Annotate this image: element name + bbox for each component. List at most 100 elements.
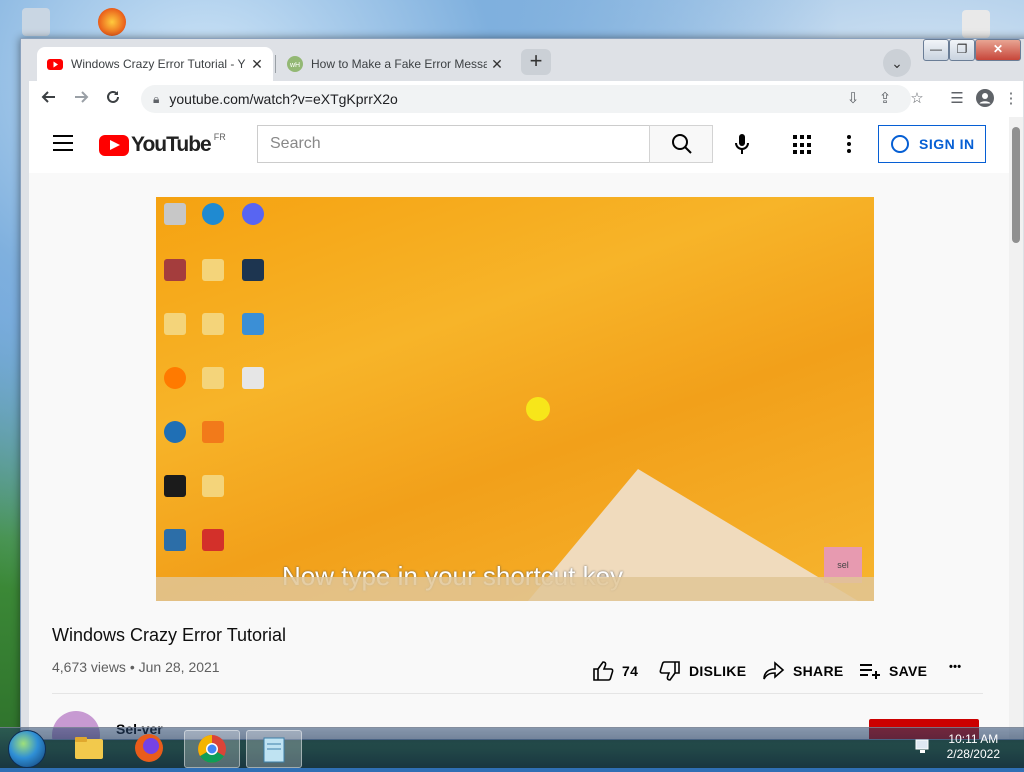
windows-taskbar: 10:11 AM 2/28/2022 — [0, 727, 1024, 768]
wikihow-favicon-icon: wH — [287, 56, 303, 72]
video-player[interactable]: Now type in your shortcut key sel — [156, 197, 874, 601]
video-desktop-icon — [164, 475, 186, 497]
dislike-label: DISLIKE — [689, 663, 747, 679]
clock-date: 2/28/2022 — [946, 747, 1000, 761]
install-app-icon[interactable]: ⇩ — [843, 89, 863, 109]
video-desktop-icon — [202, 529, 224, 551]
upload-date: Jun 28, 2021 — [138, 659, 220, 675]
browser-window: Windows Crazy Error Tutorial - Y ✕ wH Ho… — [20, 38, 1024, 740]
country-code: FR — [213, 132, 226, 142]
video-desktop-icon — [202, 475, 224, 497]
video-title: Windows Crazy Error Tutorial — [52, 625, 287, 645]
page-scrollbar[interactable] — [1009, 117, 1023, 739]
video-desktop-icon — [242, 313, 264, 335]
arrow-left-icon — [41, 91, 55, 103]
video-desktop-icon — [202, 367, 224, 389]
taskbar-firefox[interactable] — [122, 730, 176, 766]
like-button[interactable]: 74 — [592, 661, 638, 681]
more-actions-button[interactable]: ••• — [949, 661, 961, 673]
share-label: SHARE — [793, 663, 844, 679]
address-url: youtube.com/watch?v=eXTgKprrX2o — [169, 91, 398, 107]
apps-grid-icon[interactable] — [793, 135, 813, 155]
taskbar-chrome[interactable] — [184, 730, 240, 768]
arrow-right-icon — [75, 91, 89, 103]
reading-list-icon[interactable]: ☰ — [947, 89, 967, 109]
share-button[interactable]: SHARE — [763, 661, 844, 681]
svg-text:wH: wH — [289, 62, 300, 69]
video-desktop-icon — [242, 367, 264, 389]
browser-toolbar: 🔒︎ youtube.com/watch?v=eXTgKprrX2o ⇩ ⇪ ☆… — [29, 81, 1023, 117]
new-tab-button[interactable]: + — [521, 49, 551, 75]
folder-icon — [75, 737, 103, 759]
video-desktop-icon — [164, 259, 186, 281]
taskbar-explorer[interactable] — [62, 730, 116, 766]
sign-in-button[interactable]: SIGN IN — [878, 125, 986, 163]
video-desktop-icon — [164, 529, 186, 551]
microphone-icon[interactable] — [733, 133, 751, 155]
chrome-icon — [198, 735, 226, 763]
tab-close-button[interactable]: ✕ — [487, 56, 507, 73]
like-count: 74 — [622, 663, 639, 679]
view-count: 4,673 views — [52, 659, 126, 675]
tab-strip: Windows Crazy Error Tutorial - Y ✕ wH Ho… — [21, 39, 1024, 81]
firefox-icon — [135, 734, 163, 762]
sign-in-label: SIGN IN — [919, 136, 975, 152]
tab-title: Windows Crazy Error Tutorial - Y — [71, 57, 246, 71]
tab-title: How to Make a Fake Error Messa — [311, 57, 487, 71]
reload-icon — [107, 90, 119, 103]
tab-youtube[interactable]: Windows Crazy Error Tutorial - Y ✕ — [37, 47, 273, 81]
system-clock[interactable]: 10:11 AM 2/28/2022 — [947, 732, 1000, 762]
youtube-play-icon — [99, 134, 129, 156]
video-desktop-icon — [202, 259, 224, 281]
start-button[interactable] — [8, 730, 46, 768]
reload-button[interactable] — [101, 87, 125, 111]
youtube-header: YouTube FR Search SIGN IN — [29, 117, 1009, 173]
browser-menu-icon[interactable]: ⋮ — [1001, 89, 1021, 109]
tab-close-button[interactable]: ✕ — [247, 56, 267, 73]
meta-separator: • — [129, 659, 135, 675]
video-desktop-icon — [242, 259, 264, 281]
tab-wikihow[interactable]: wH How to Make a Fake Error Messa ✕ — [277, 47, 513, 81]
scrollbar-thumb[interactable] — [1012, 127, 1020, 243]
save-label: SAVE — [889, 663, 928, 679]
bookmark-star-icon[interactable]: ☆ — [907, 89, 927, 109]
firefox-desktop-icon[interactable] — [98, 8, 126, 36]
desktop-file-icon[interactable] — [962, 10, 990, 38]
restore-button[interactable]: ❐ — [949, 39, 975, 61]
youtube-wordmark: YouTube — [131, 133, 212, 156]
back-button[interactable] — [37, 87, 61, 111]
tab-search-button[interactable]: ⌄ — [883, 49, 911, 77]
clock-time: 10:11 AM — [948, 732, 999, 746]
network-icon[interactable] — [914, 738, 932, 754]
share-arrow-icon — [763, 661, 785, 680]
thumbs-up-icon — [593, 661, 614, 681]
thumbs-down-icon — [659, 661, 680, 681]
address-bar[interactable]: 🔒︎ youtube.com/watch?v=eXTgKprrX2o — [141, 85, 911, 113]
taskbar-notepad[interactable] — [246, 730, 302, 768]
settings-kebab-icon[interactable] — [847, 135, 851, 156]
close-window-button[interactable]: ✕ — [975, 39, 1021, 61]
video-desktop-icon — [242, 203, 264, 225]
search-button[interactable] — [649, 125, 713, 163]
video-desktop-icon — [202, 313, 224, 335]
video-meta: 4,673 views • Jun 28, 2021 — [52, 659, 220, 675]
dislike-button[interactable]: DISLIKE — [659, 661, 746, 681]
playlist-add-icon — [860, 664, 880, 679]
save-button[interactable]: SAVE — [859, 661, 927, 681]
youtube-favicon-icon — [47, 56, 63, 72]
page-viewport: YouTube FR Search SIGN IN Now type in yo… — [29, 117, 1023, 739]
forward-button[interactable] — [69, 87, 93, 111]
lock-icon: 🔒︎ — [153, 91, 160, 106]
youtube-logo[interactable]: YouTube FR — [99, 132, 226, 157]
search-icon — [672, 134, 692, 154]
account-icon — [891, 135, 909, 153]
menu-icon[interactable] — [53, 135, 73, 151]
recycle-bin-icon[interactable] — [22, 8, 50, 36]
video-desktop-icon — [164, 367, 186, 389]
notepad-icon — [263, 737, 285, 763]
minimize-button[interactable]: — — [923, 39, 949, 61]
share-icon[interactable]: ⇪ — [875, 89, 895, 109]
search-input[interactable]: Search — [257, 125, 649, 163]
profile-icon[interactable] — [975, 89, 995, 109]
video-taskbar — [156, 577, 874, 601]
